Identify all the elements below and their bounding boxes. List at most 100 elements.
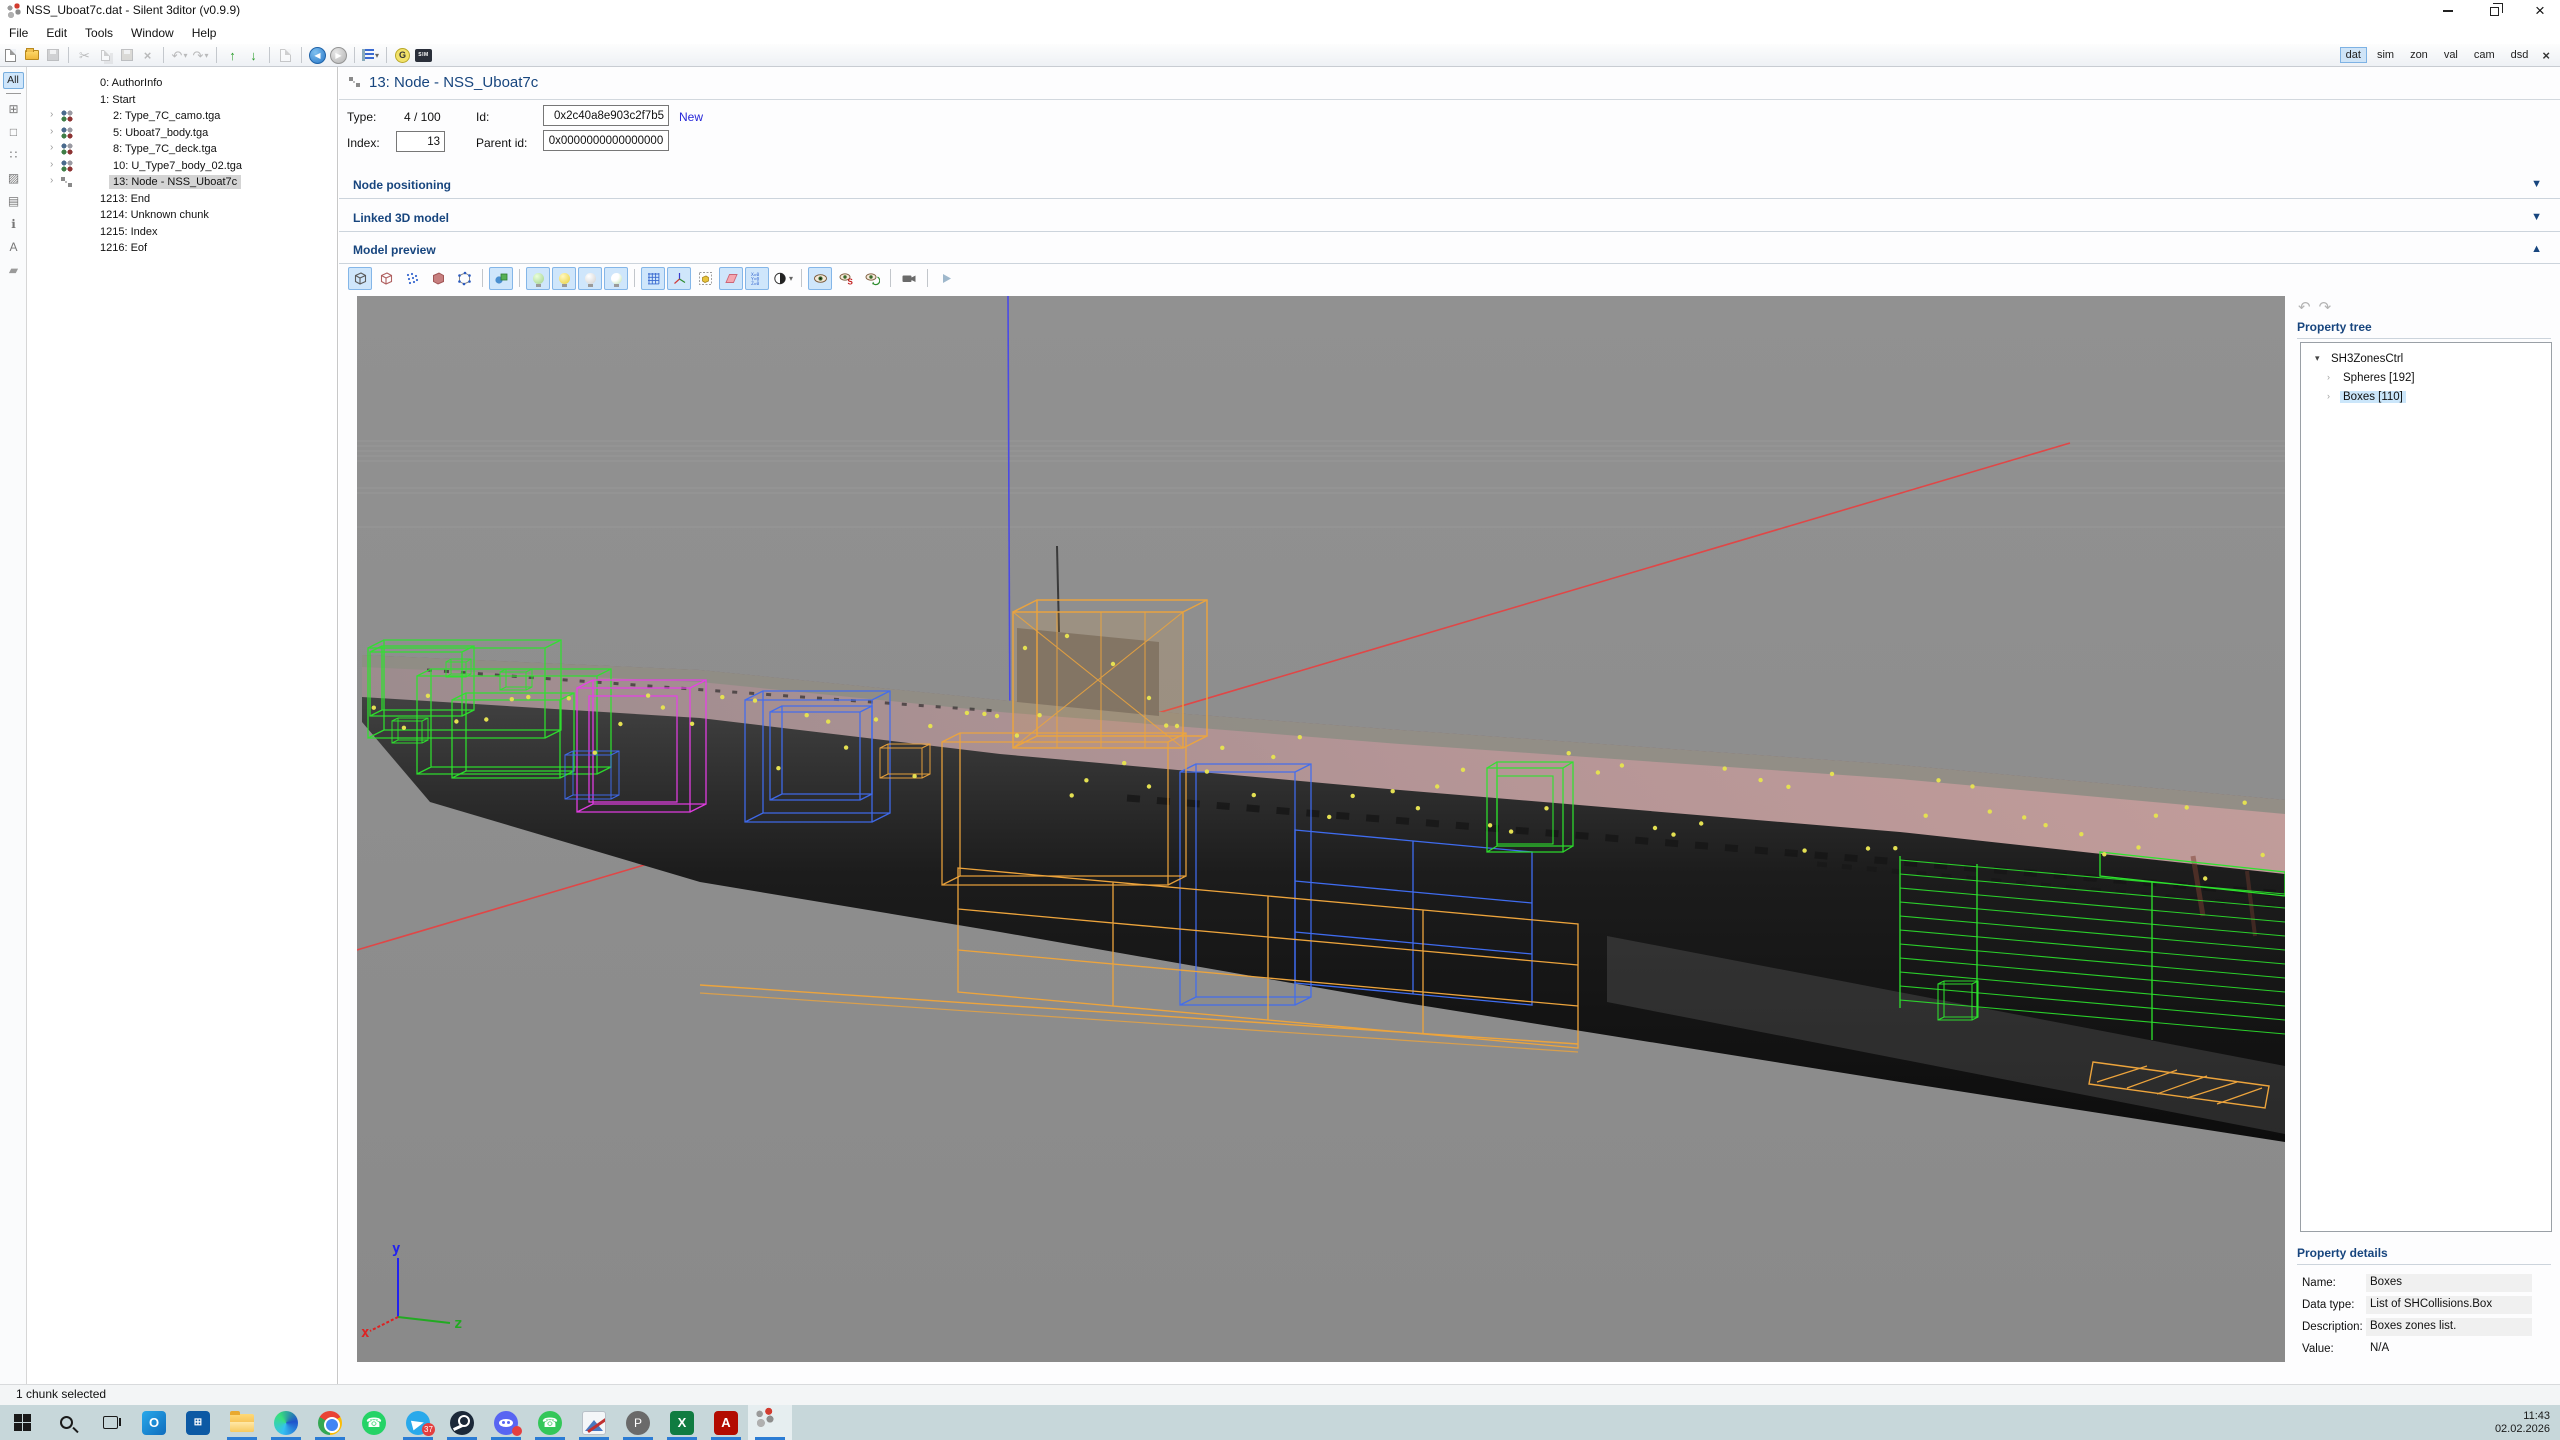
grid-toggle-button[interactable] <box>641 267 665 290</box>
chevron-down-icon[interactable]: ▾ <box>2315 353 2320 364</box>
section-node-positioning[interactable]: Node positioning ▼ <box>339 172 2560 199</box>
menu-help[interactable]: Help <box>183 24 226 42</box>
clip-plane-button[interactable] <box>719 267 743 290</box>
visibility-spheres-button[interactable]: S <box>834 267 858 290</box>
info-filter-icon[interactable]: ℹ <box>0 217 27 231</box>
bounding-cube-button[interactable] <box>452 267 476 290</box>
node-filter-icon[interactable]: ⊞ <box>0 102 27 116</box>
tree-item[interactable]: 1215: Index <box>28 224 337 241</box>
taskbar-s3d-button[interactable] <box>748 1405 792 1440</box>
tab-dsd[interactable]: dsd <box>2505 47 2535 63</box>
chevron-right-icon[interactable]: › <box>50 159 53 170</box>
taskbar-search-button[interactable] <box>44 1405 88 1440</box>
index-field[interactable] <box>396 131 445 152</box>
taskbar-excel-button[interactable]: X <box>660 1405 704 1440</box>
visibility-eye-button[interactable] <box>808 267 832 290</box>
new-file-button[interactable] <box>0 46 21 65</box>
vertex-points-button[interactable] <box>400 267 424 290</box>
open-file-button[interactable] <box>21 46 42 65</box>
import-chunk-button[interactable] <box>275 46 296 65</box>
tab-zon[interactable]: zon <box>2404 47 2434 63</box>
tree-item[interactable]: 1: Start <box>28 92 337 109</box>
goto-chunk-button[interactable]: G <box>392 46 413 65</box>
tree-item[interactable]: 0: AuthorInfo <box>28 75 337 92</box>
tree-item[interactable]: ›2: Type_7C_camo.tga <box>28 108 337 125</box>
tree-item[interactable]: ›10: U_Type7_body_02.tga <box>28 158 337 175</box>
taskbar-p-app-button[interactable]: P <box>616 1405 660 1440</box>
parent-id-field[interactable] <box>543 130 669 151</box>
view-list-button[interactable]: ▾ <box>360 46 381 65</box>
new-id-link[interactable]: New <box>679 110 703 124</box>
move-down-button[interactable]: ↓ <box>243 46 264 65</box>
sim-file-button[interactable]: SIM <box>413 46 434 65</box>
filter-all-button[interactable]: All <box>3 72 24 89</box>
chevron-down-icon[interactable]: ▼ <box>2531 211 2542 223</box>
cut-button[interactable]: ✂ <box>74 46 95 65</box>
solid-cube-button[interactable] <box>426 267 450 290</box>
tree-item[interactable]: ›5: Uboat7_body.tga <box>28 125 337 142</box>
menu-window[interactable]: Window <box>122 24 183 42</box>
copy-button[interactable] <box>95 46 116 65</box>
tab-sim[interactable]: sim <box>2371 47 2400 63</box>
restore-button[interactable] <box>2484 2 2504 20</box>
wireframe-cube-button[interactable] <box>348 267 372 290</box>
forward-button[interactable]: ▶ <box>328 46 349 65</box>
chevron-right-icon[interactable]: › <box>2327 372 2330 382</box>
property-tree-item[interactable]: › Spheres [192] <box>2301 370 2551 389</box>
tree-item[interactable]: 1216: Eof <box>28 240 337 257</box>
menu-edit[interactable]: Edit <box>37 24 76 42</box>
taskbar-edge-button[interactable] <box>264 1405 308 1440</box>
taskbar-steam-button[interactable] <box>440 1405 484 1440</box>
delete-button[interactable]: × <box>137 46 158 65</box>
taskbar-chrome-button[interactable] <box>308 1405 352 1440</box>
taskbar-start-button[interactable] <box>0 1405 44 1440</box>
texture-filter-icon[interactable]: ∷ <box>0 148 27 162</box>
text-filter-icon[interactable]: ▤ <box>0 194 27 208</box>
bounding-box-button[interactable] <box>693 267 717 290</box>
chevron-right-icon[interactable]: › <box>2327 391 2330 401</box>
save-file-button[interactable] <box>42 46 63 65</box>
taskbar-whatsapp-button[interactable]: ☎ <box>352 1405 396 1440</box>
origin-xyz-button[interactable]: X=0Y=0Z=0 <box>745 267 769 290</box>
tree-item-selected[interactable]: ›13: Node - NSS_Uboat7c <box>28 174 337 191</box>
chevron-right-icon[interactable]: › <box>50 126 53 137</box>
paste-button[interactable] <box>116 46 137 65</box>
taskbar-discord-button[interactable] <box>484 1405 528 1440</box>
chevron-right-icon[interactable]: › <box>50 109 53 120</box>
back-button[interactable]: ◀ <box>307 46 328 65</box>
tree-item[interactable]: 1214: Unknown chunk <box>28 207 337 224</box>
visibility-rotate-button[interactable] <box>860 267 884 290</box>
shading-mode-button[interactable]: ▾ <box>771 267 795 290</box>
light-half-button[interactable] <box>604 267 628 290</box>
undo-button[interactable]: ↶▾ <box>169 46 190 65</box>
image-filter-icon[interactable]: ▨ <box>0 171 27 185</box>
model-filter-icon[interactable]: □ <box>0 125 27 139</box>
property-tree-item-selected[interactable]: › Boxes [110] <box>2301 389 2551 408</box>
minimize-button[interactable] <box>2438 2 2458 20</box>
taskbar-task-view-button[interactable] <box>88 1405 132 1440</box>
play-animation-button[interactable] <box>934 267 958 290</box>
material-filter-icon[interactable]: ▰ <box>0 263 27 277</box>
property-redo-icon[interactable]: ↷ <box>2319 299 2340 316</box>
tab-cam[interactable]: cam <box>2468 47 2501 63</box>
tab-val[interactable]: val <box>2438 47 2464 63</box>
tree-item[interactable]: ›8: Type_7C_deck.tga <box>28 141 337 158</box>
taskbar-acrobat-button[interactable]: A <box>704 1405 748 1440</box>
chevron-up-icon[interactable]: ▲ <box>2531 243 2542 255</box>
light-white-button[interactable] <box>578 267 602 290</box>
property-undo-icon[interactable]: ↶ <box>2298 299 2319 316</box>
tab-dat[interactable]: dat <box>2340 47 2367 63</box>
menu-file[interactable]: File <box>0 24 37 42</box>
taskbar-store-button[interactable]: ⊞ <box>176 1405 220 1440</box>
light-yellow-button[interactable] <box>552 267 576 290</box>
id-field[interactable] <box>543 105 669 126</box>
taskbar-outlook-button[interactable]: O <box>132 1405 176 1440</box>
close-button[interactable]: × <box>2530 2 2550 20</box>
property-tree-root[interactable]: ▾ SH3ZonesCtrl <box>2301 351 2551 370</box>
menu-tools[interactable]: Tools <box>76 24 122 42</box>
taskbar-clock[interactable]: 11:43 02.02.2026 <box>2495 1410 2550 1436</box>
tree-item[interactable]: 1213: End <box>28 191 337 208</box>
taskbar-telegram-button[interactable]: 37 <box>396 1405 440 1440</box>
taskbar-file-explorer-button[interactable] <box>220 1405 264 1440</box>
chevron-down-icon[interactable]: ▼ <box>2531 178 2542 190</box>
